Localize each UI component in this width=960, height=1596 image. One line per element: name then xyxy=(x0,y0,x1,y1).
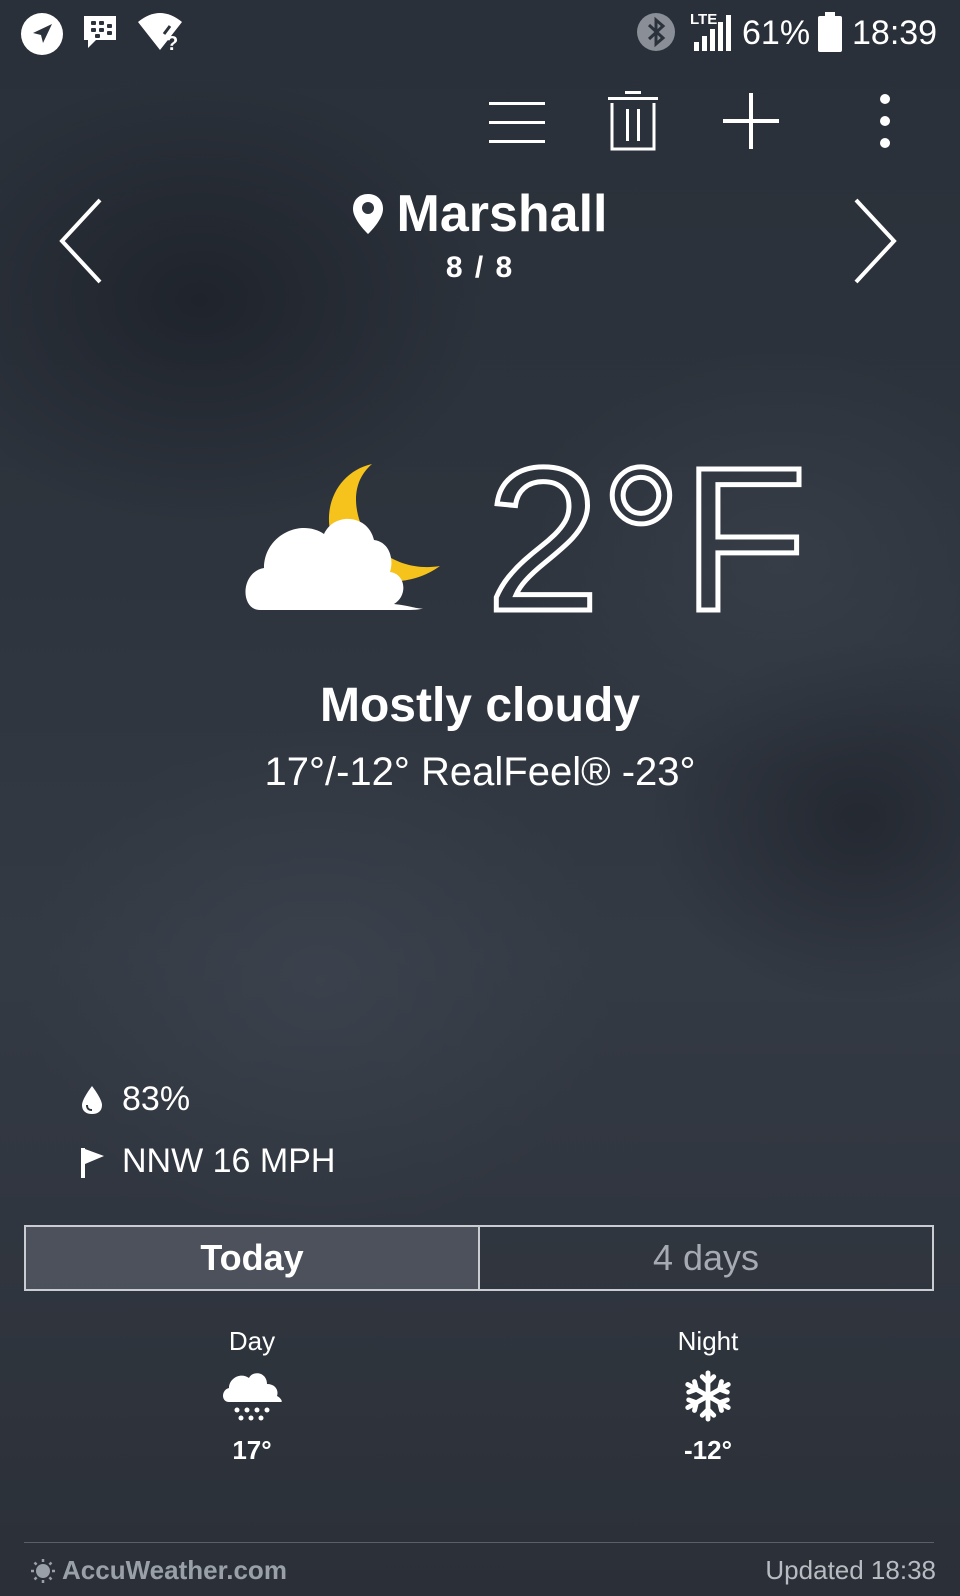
more-options-button[interactable] xyxy=(850,86,920,156)
accuweather-logo[interactable]: AccuWeather.com xyxy=(30,1555,287,1586)
accuweather-sun-icon xyxy=(31,1558,55,1583)
add-icon xyxy=(723,93,779,149)
accuweather-brand: AccuWeather.com xyxy=(62,1555,287,1585)
svg-text:?: ? xyxy=(166,33,178,52)
navigation-icon xyxy=(20,12,64,56)
battery-percent: 61% xyxy=(742,14,811,52)
current-temperature: 2°F xyxy=(483,435,809,645)
night-forecast: Night -12° xyxy=(558,1326,858,1466)
tab-4-days[interactable]: 4 days xyxy=(480,1227,932,1289)
night-label: Night xyxy=(677,1326,739,1356)
weather-condition: Mostly cloudy xyxy=(319,679,641,732)
clock: 18:39 xyxy=(852,14,938,52)
wifi-unknown-icon: ? xyxy=(136,10,184,52)
wind-row: NNW 16 MPH xyxy=(80,1142,335,1181)
humidity-value: 83% xyxy=(122,1080,191,1118)
wind-flag-icon xyxy=(81,1147,104,1178)
temperature-value: 2 xyxy=(483,425,602,654)
menu-button[interactable] xyxy=(482,88,552,158)
day-temperature: 17° xyxy=(232,1435,272,1465)
more-icon xyxy=(880,94,890,148)
menu-icon xyxy=(489,102,545,143)
moon-cloud-icon xyxy=(244,460,454,624)
hi-lo-realfeel: 17°/-12° RealFeel® -23° xyxy=(264,750,696,794)
add-location-button[interactable] xyxy=(716,86,786,156)
last-updated: Updated 18:38 xyxy=(765,1555,936,1585)
night-temperature: -12° xyxy=(684,1435,732,1465)
tab-today[interactable]: Today xyxy=(26,1227,480,1289)
city-name: Marshall xyxy=(396,185,608,243)
delete-icon xyxy=(608,91,658,151)
temperature-unit: °F xyxy=(598,425,810,654)
delete-button[interactable] xyxy=(598,86,668,156)
bluetooth-icon xyxy=(636,12,676,52)
forecast-tabs: Today 4 days xyxy=(24,1225,934,1291)
location-title: Marshall xyxy=(0,188,960,240)
humidity-row: 83% xyxy=(80,1080,190,1119)
day-label: Day xyxy=(228,1326,276,1356)
location-pin-icon xyxy=(352,194,383,234)
signal-icon xyxy=(692,14,732,52)
wind-value: NNW 16 MPH xyxy=(122,1142,336,1180)
location-page-indicator: 8 / 8 xyxy=(445,251,515,284)
footer-divider xyxy=(24,1542,934,1543)
battery-icon xyxy=(818,12,842,52)
snow-cloud-icon xyxy=(223,1373,282,1421)
snowflake-icon xyxy=(685,1370,731,1422)
day-forecast: Day 17° xyxy=(102,1326,402,1466)
humidity-drop-icon xyxy=(82,1085,102,1114)
bbm-icon xyxy=(80,12,120,52)
